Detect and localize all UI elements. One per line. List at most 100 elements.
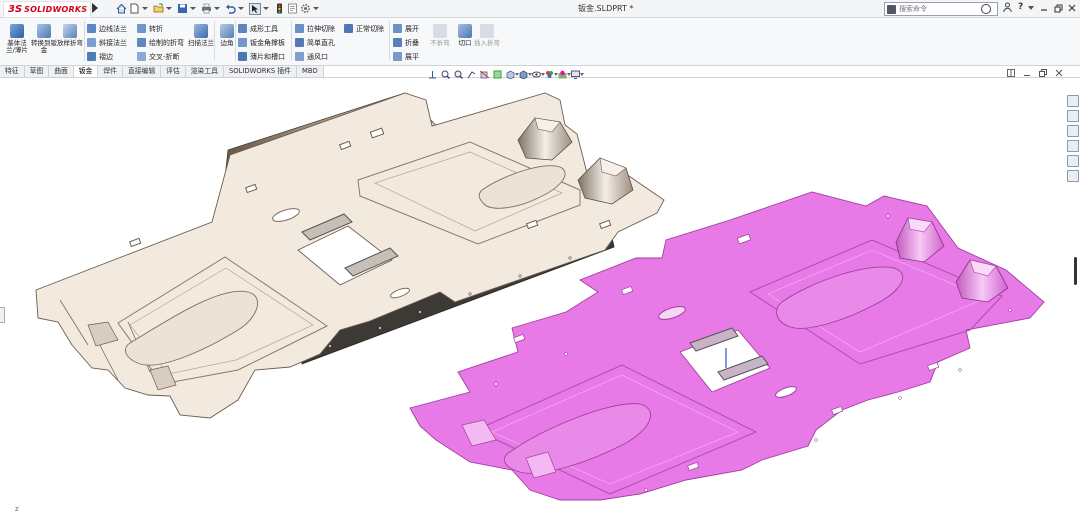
- select-dropdown-icon[interactable]: [263, 7, 269, 10]
- window-close-icon[interactable]: [1068, 4, 1076, 15]
- vent-button[interactable]: 通风口: [295, 51, 328, 62]
- tab-and-slot-label: 薄片和槽口: [250, 52, 285, 61]
- open-folder-icon[interactable]: [153, 3, 164, 14]
- zoom-to-fit-icon[interactable]: [441, 70, 450, 79]
- fold-button[interactable]: 折叠: [393, 37, 419, 48]
- viewport-close-icon[interactable]: [1055, 69, 1063, 79]
- tab-surfaces[interactable]: 曲面: [49, 66, 74, 77]
- sketched-bend-label: 绘制的折弯: [149, 38, 184, 47]
- tab-render-tools[interactable]: 渲染工具: [185, 66, 224, 77]
- file-explorer-icon[interactable]: [1067, 125, 1079, 137]
- view-orientation-icon[interactable]: [506, 70, 519, 79]
- window-minimize-icon[interactable]: [1040, 4, 1048, 15]
- search-box[interactable]: [884, 2, 998, 16]
- lofted-bend-button[interactable]: 放样折弯: [57, 22, 83, 47]
- simple-hole-label: 简单直孔: [307, 38, 335, 47]
- brand-name: SOLIDWORKS: [24, 5, 88, 14]
- home-icon[interactable]: [116, 3, 127, 14]
- insert-bends-icon: [480, 24, 494, 38]
- extruded-cut-button[interactable]: 拉伸切除: [295, 23, 335, 34]
- new-dropdown-icon[interactable]: [142, 7, 148, 10]
- search-icon[interactable]: [981, 4, 991, 14]
- appearances-scenes-icon[interactable]: [1067, 155, 1079, 167]
- viewport-minimize-icon[interactable]: [1023, 69, 1031, 79]
- ribbon-divider: [84, 21, 85, 61]
- solidworks-logo[interactable]: 3S SOLIDWORKS: [3, 1, 91, 18]
- search-input[interactable]: [899, 4, 973, 14]
- tab-evaluate[interactable]: 评估: [161, 66, 186, 77]
- select-arrow-icon[interactable]: [249, 2, 261, 15]
- swept-flange-button[interactable]: 扫描法兰: [188, 22, 214, 47]
- hem-button[interactable]: 褶边: [87, 51, 113, 62]
- viewport-restore-icon[interactable]: [1039, 69, 1047, 79]
- save-dropdown-icon[interactable]: [190, 7, 196, 10]
- help-icon[interactable]: ?: [1018, 2, 1023, 12]
- undo-icon[interactable]: [225, 3, 236, 14]
- view-palette-icon[interactable]: [1067, 140, 1079, 152]
- task-pane-scroll-handle[interactable]: [1074, 257, 1077, 285]
- view-triad-icon[interactable]: [428, 70, 437, 79]
- section-view-icon[interactable]: [479, 70, 490, 79]
- help-dropdown-icon[interactable]: [1028, 4, 1034, 14]
- tab-direct-editing[interactable]: 直接编辑: [122, 66, 162, 77]
- insert-bends-button[interactable]: 插入折弯: [474, 22, 500, 47]
- new-document-icon[interactable]: [129, 3, 140, 14]
- options-gear-icon[interactable]: [300, 3, 311, 14]
- rip-icon: [458, 24, 472, 38]
- tab-sketch[interactable]: 草图: [24, 66, 50, 77]
- flatten-button[interactable]: 展平: [393, 51, 419, 62]
- window-restore-icon[interactable]: [1054, 4, 1063, 16]
- convert-to-sheet-metal-button[interactable]: 转换到钣金: [31, 22, 57, 54]
- file-properties-icon[interactable]: [287, 3, 298, 14]
- extruded-cut-icon: [295, 24, 304, 33]
- normal-cut-button[interactable]: 正常切除: [344, 23, 384, 34]
- no-bends-button[interactable]: 不折弯: [427, 22, 453, 47]
- tab-solidworks-addins[interactable]: SOLIDWORKS 插件: [223, 66, 297, 77]
- sketched-bend-button[interactable]: 绘制的折弯: [137, 37, 184, 48]
- jog-button[interactable]: 转折: [137, 23, 163, 34]
- print-dropdown-icon[interactable]: [214, 7, 220, 10]
- tab-weldments[interactable]: 焊件: [98, 66, 123, 77]
- dynamic-annotation-icon[interactable]: [493, 70, 502, 79]
- view-settings-icon[interactable]: [571, 70, 584, 79]
- simple-hole-button[interactable]: 简单直孔: [295, 37, 335, 48]
- design-library-icon[interactable]: [1067, 110, 1079, 122]
- menu-expand-arrow-icon[interactable]: [92, 3, 98, 13]
- corners-button[interactable]: 边角: [214, 22, 240, 47]
- graphics-viewport[interactable]: [0, 79, 1062, 520]
- save-icon[interactable]: [177, 3, 188, 14]
- sheet-metal-gusset-label: 钣金角撑板: [250, 38, 285, 47]
- unfold-button[interactable]: 展开: [393, 23, 419, 34]
- custom-properties-icon[interactable]: [1067, 170, 1079, 182]
- feature-manager-collapse-handle[interactable]: [0, 307, 5, 323]
- forming-tool-button[interactable]: 成形工具: [238, 23, 278, 34]
- base-flange-button[interactable]: 基体法兰/薄片: [4, 22, 30, 54]
- search-scope-icon[interactable]: [887, 4, 896, 14]
- apply-scene-icon[interactable]: [558, 70, 571, 79]
- tab-and-slot-button[interactable]: 薄片和槽口: [238, 51, 285, 62]
- edge-flange-button[interactable]: 边线法兰: [87, 23, 127, 34]
- cross-break-button[interactable]: 交叉-折断: [137, 51, 180, 62]
- rebuild-traffic-light-icon[interactable]: [274, 3, 285, 14]
- tab-mbd[interactable]: MBD: [296, 66, 324, 77]
- cross-break-label: 交叉-折断: [149, 52, 180, 61]
- edit-appearance-icon[interactable]: [545, 70, 558, 79]
- solidworks-resources-icon[interactable]: [1067, 95, 1079, 107]
- lofted-bend-label: 放样折弯: [57, 39, 83, 47]
- print-icon[interactable]: [201, 3, 212, 14]
- heads-up-view-toolbar: [428, 69, 584, 79]
- undo-dropdown-icon[interactable]: [238, 7, 244, 10]
- viewport-window-controls: [1007, 69, 1071, 79]
- tab-features[interactable]: 特征: [0, 66, 25, 77]
- zoom-to-area-icon[interactable]: [454, 70, 463, 79]
- edge-flange-label: 边线法兰: [99, 24, 127, 33]
- sheet-metal-gusset-button[interactable]: 钣金角撑板: [238, 37, 285, 48]
- miter-flange-button[interactable]: 斜接法兰: [87, 37, 127, 48]
- previous-view-icon[interactable]: [467, 70, 476, 79]
- options-dropdown-icon[interactable]: [313, 7, 319, 10]
- viewport-tile-icon[interactable]: [1007, 69, 1015, 79]
- user-account-icon[interactable]: [1003, 2, 1012, 15]
- open-dropdown-icon[interactable]: [166, 7, 172, 10]
- display-style-icon[interactable]: [519, 70, 532, 79]
- hide-show-items-icon[interactable]: [532, 70, 545, 79]
